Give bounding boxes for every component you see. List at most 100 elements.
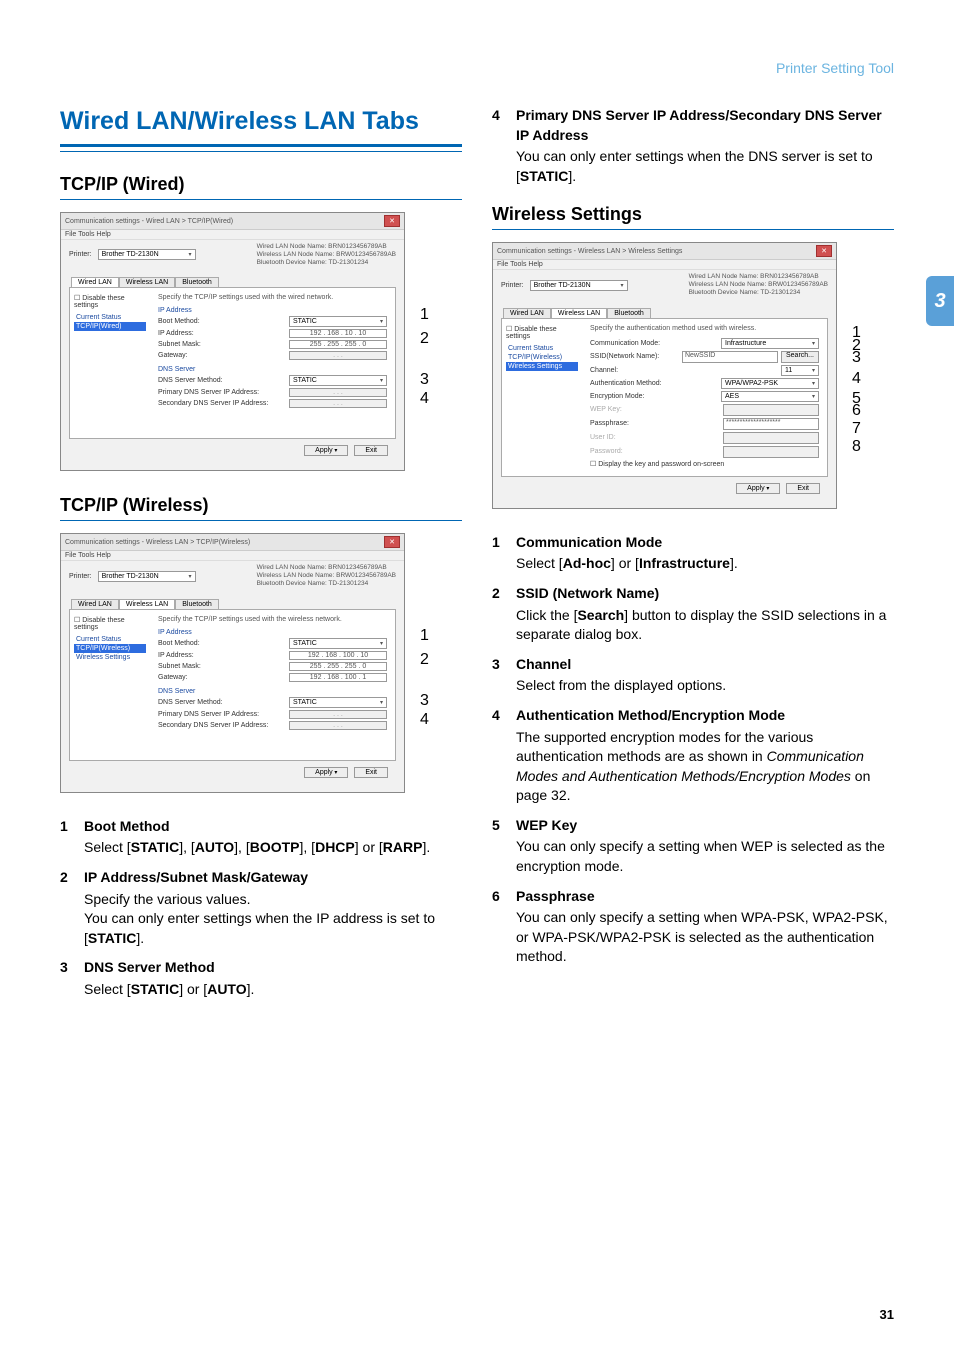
field-ip: IP Address: [158, 652, 194, 659]
dialog-title: Communication settings - Wired LAN > TCP… [65, 218, 233, 225]
close-icon[interactable]: ✕ [384, 536, 400, 548]
item-title: Communication Mode [516, 534, 662, 550]
display-kp-checkbox[interactable]: ☐ Display the key and password on-screen [590, 460, 724, 468]
ip-input[interactable]: 192 . 168 . 10 . 10 [289, 329, 387, 338]
subnet-input[interactable]: 255 . 255 . 255 . 0 [289, 662, 387, 671]
subnet-input[interactable]: 255 . 255 . 255 . 0 [289, 340, 387, 349]
item-title: WEP Key [516, 817, 577, 833]
field-dns-method: DNS Server Method: [158, 699, 223, 706]
apply-button[interactable]: Apply [304, 445, 348, 456]
item-body: Select [STATIC], [AUTO], [BOOTP], [DHCP]… [84, 838, 462, 858]
item-body: Select [STATIC] or [AUTO]. [84, 980, 462, 1000]
item-body: Click the [Search] button to display the… [516, 606, 894, 645]
ip-input[interactable]: 192 . 168 . 100 . 10 [289, 651, 387, 660]
field-boot: Boot Method: [158, 318, 200, 325]
dialog-wireless-settings: Communication settings - Wireless LAN > … [492, 242, 837, 508]
apply-button[interactable]: Apply [736, 483, 780, 494]
tab-wireless[interactable]: Wireless LAN [551, 308, 607, 318]
comm-mode-dropdown[interactable]: Infrastructure [721, 338, 819, 349]
disable-checkbox[interactable]: ☐ Disable these settings [506, 325, 578, 340]
printer-dropdown[interactable]: Brother TD-2130N [98, 249, 196, 260]
tab-bluetooth[interactable]: Bluetooth [175, 599, 219, 609]
group-ip: IP Address [158, 629, 387, 636]
field-dns-secondary: Secondary DNS Server IP Address: [158, 400, 268, 407]
apply-button[interactable]: Apply [304, 767, 348, 778]
ssid-input[interactable]: NewSSID [682, 351, 778, 363]
menubar[interactable]: File Tools Help [61, 230, 404, 240]
dialog-titlebar: Communication settings - Wireless LAN > … [61, 534, 404, 551]
menubar[interactable]: File Tools Help [493, 260, 836, 270]
tab-wireless[interactable]: Wireless LAN [119, 277, 175, 287]
tab-bluetooth[interactable]: Bluetooth [175, 277, 219, 287]
disable-checkbox[interactable]: ☐ Disable these settings [74, 616, 146, 631]
right-column: 4 Primary DNS Server IP Address/Secondar… [492, 106, 894, 1010]
item-body: You can only specify a setting when WPA-… [516, 908, 894, 967]
dialog-titlebar: Communication settings - Wireless LAN > … [493, 243, 836, 260]
wep-input[interactable] [723, 404, 819, 416]
group-ip: IP Address [158, 307, 387, 314]
field-boot: Boot Method: [158, 640, 200, 647]
dns-primary-input[interactable]: . . . [289, 388, 387, 397]
field-ip: IP Address: [158, 330, 194, 337]
chapter-tab: 3 [926, 276, 954, 326]
field-dns-secondary: Secondary DNS Server IP Address: [158, 722, 268, 729]
item-title: Channel [516, 656, 571, 672]
field-dns-method: DNS Server Method: [158, 377, 223, 384]
gateway-input[interactable]: . . . [289, 351, 387, 360]
enc-dropdown[interactable]: AES [721, 391, 819, 402]
side-current[interactable]: Current Status [74, 313, 146, 322]
tab-wired[interactable]: Wired LAN [71, 277, 119, 287]
close-icon[interactable]: ✕ [816, 245, 832, 257]
channel-dropdown[interactable]: 11 [781, 365, 819, 376]
node-info: Wired LAN Node Name: BRN0123456789AB Wir… [257, 564, 396, 587]
printer-dropdown[interactable]: Brother TD-2130N [98, 571, 196, 582]
main-heading: Wired LAN/Wireless LAN Tabs [60, 106, 462, 136]
tab-bluetooth[interactable]: Bluetooth [607, 308, 651, 318]
dns-method-dropdown[interactable]: STATIC [289, 375, 387, 386]
group-dns: DNS Server [158, 688, 387, 695]
list-item: 2 IP Address/Subnet Mask/Gateway Specify… [60, 868, 462, 948]
gateway-input[interactable]: 192 . 168 . 100 . 1 [289, 673, 387, 682]
list-item: 3 DNS Server Method Select [STATIC] or [… [60, 958, 462, 999]
disable-checkbox[interactable]: ☐ Disable these settings [74, 294, 146, 309]
close-icon[interactable]: ✕ [384, 215, 400, 227]
tab-wireless[interactable]: Wireless LAN [119, 599, 175, 609]
tab-wired[interactable]: Wired LAN [71, 599, 119, 609]
pass-input[interactable]: ******************** [723, 418, 819, 430]
side-tcpip-wired[interactable]: TCP/IP(Wired) [74, 322, 146, 331]
search-button[interactable]: Search... [781, 351, 819, 363]
item-title: DNS Server Method [84, 959, 215, 975]
menubar[interactable]: File Tools Help [61, 551, 404, 561]
side-tcpip-wireless[interactable]: TCP/IP(Wireless) [506, 353, 578, 362]
item-number: 2 [492, 584, 500, 604]
exit-button[interactable]: Exit [354, 767, 388, 778]
dns-secondary-input[interactable]: . . . [289, 399, 387, 408]
dns-method-dropdown[interactable]: STATIC [289, 697, 387, 708]
exit-button[interactable]: Exit [786, 483, 820, 494]
item-title: Primary DNS Server IP Address/Secondary … [516, 107, 882, 143]
side-current[interactable]: Current Status [506, 344, 578, 353]
dialog-wireless-tcp-wrap: Communication settings - Wireless LAN > … [60, 533, 462, 792]
printer-dropdown[interactable]: Brother TD-2130N [530, 280, 628, 291]
dns-primary-input[interactable]: . . . [289, 710, 387, 719]
field-subnet: Subnet Mask: [158, 341, 201, 348]
exit-button[interactable]: Exit [354, 445, 388, 456]
password-input[interactable] [723, 446, 819, 458]
item-number: 3 [492, 655, 500, 675]
printer-label: Printer: [69, 573, 92, 580]
item-number: 4 [492, 706, 500, 726]
auth-dropdown[interactable]: WPA/WPA2-PSK [721, 378, 819, 389]
field-dns-primary: Primary DNS Server IP Address: [158, 389, 259, 396]
side-wireless-settings[interactable]: Wireless Settings [506, 362, 578, 371]
tab-wired[interactable]: Wired LAN [503, 308, 551, 318]
userid-input[interactable] [723, 432, 819, 444]
field-password: Password: [590, 448, 623, 455]
boot-dropdown[interactable]: STATIC [289, 638, 387, 649]
boot-dropdown[interactable]: STATIC [289, 316, 387, 327]
dns-secondary-input[interactable]: . . . [289, 721, 387, 730]
dialog-title: Communication settings - Wireless LAN > … [497, 248, 682, 255]
side-current[interactable]: Current Status [74, 635, 146, 644]
side-tcpip-wireless[interactable]: TCP/IP(Wireless) [74, 644, 146, 653]
item-number: 4 [492, 106, 500, 126]
side-wireless-settings[interactable]: Wireless Settings [74, 653, 146, 662]
